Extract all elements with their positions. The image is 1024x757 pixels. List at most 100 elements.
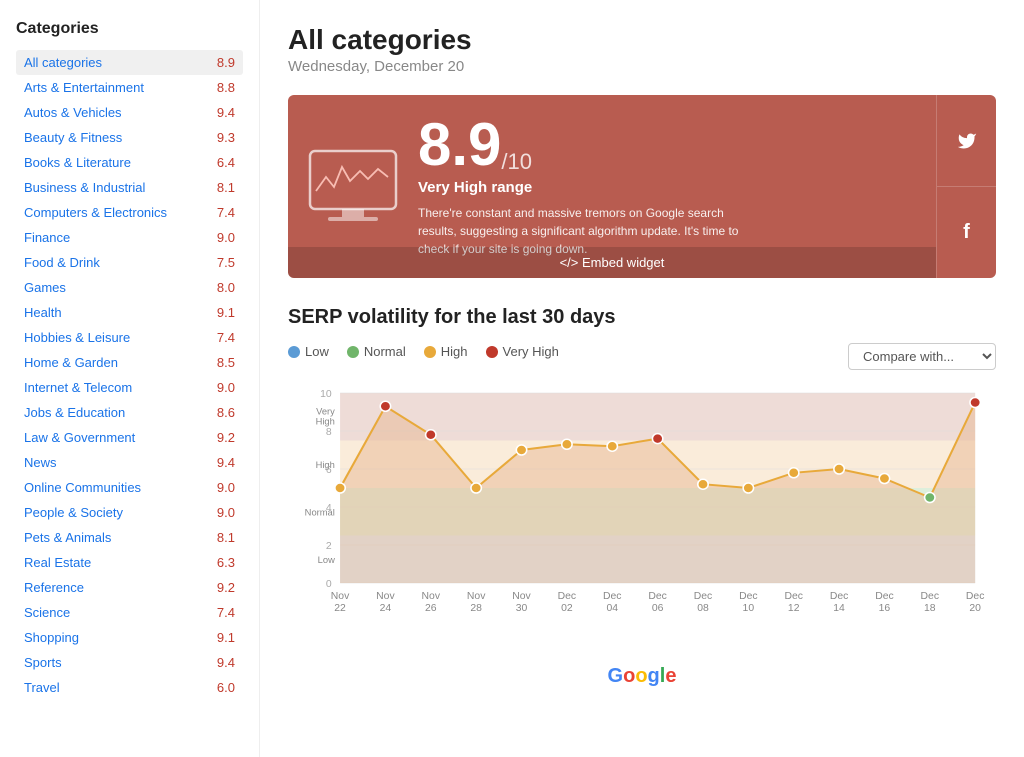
category-score: 8.6 (217, 405, 235, 420)
category-name: Home & Garden (24, 355, 118, 370)
page-date: Wednesday, December 20 (288, 58, 996, 75)
svg-text:4: 4 (326, 503, 332, 514)
monitor-icon (308, 149, 398, 224)
svg-text:Dec: Dec (558, 591, 576, 602)
legend-item: Very High (486, 344, 559, 359)
sidebar-item[interactable]: All categories8.9 (16, 50, 243, 75)
chart-section: SERP volatility for the last 30 days Low… (288, 306, 996, 688)
svg-text:Dec: Dec (966, 591, 984, 602)
sidebar-item[interactable]: Reference 9.2 (16, 575, 243, 600)
sidebar-item[interactable]: Business & Industrial8.1 (16, 175, 243, 200)
legend-item: Low (288, 344, 329, 359)
svg-text:2: 2 (326, 541, 332, 552)
sidebar-item[interactable]: Arts & Entertainment 8.8 (16, 75, 243, 100)
main-content: All categories Wednesday, December 20 8.… (260, 0, 1024, 757)
legend-dot (424, 346, 436, 358)
category-name: Jobs & Education (24, 405, 125, 420)
category-name: Beauty & Fitness (24, 130, 122, 145)
social-buttons: f (936, 95, 996, 278)
category-score: 8.0 (217, 280, 235, 295)
score-range-label: Very High range (418, 179, 916, 196)
svg-text:Dec: Dec (739, 591, 757, 602)
legend-dot (347, 346, 359, 358)
category-name: Computers & Electronics (24, 205, 167, 220)
svg-text:Nov: Nov (467, 591, 486, 602)
sidebar-item[interactable]: Games 8.0 (16, 275, 243, 300)
svg-text:28: 28 (470, 603, 482, 614)
category-name: Games (24, 280, 66, 295)
category-score: 9.2 (217, 580, 235, 595)
score-number: 8.9 (418, 115, 501, 175)
category-score: 7.4 (217, 330, 235, 345)
category-name: Internet & Telecom (24, 380, 132, 395)
sidebar-item[interactable]: Autos & Vehicles9.4 (16, 100, 243, 125)
svg-text:Dec: Dec (875, 591, 893, 602)
embed-widget-bar[interactable]: </> Embed widget (288, 247, 936, 278)
category-name: Hobbies & Leisure (24, 330, 130, 345)
sidebar-item[interactable]: Real Estate6.3 (16, 550, 243, 575)
sidebar-item[interactable]: Finance9.0 (16, 225, 243, 250)
svg-text:Dec: Dec (648, 591, 666, 602)
sidebar-item[interactable]: Hobbies & Leisure 7.4 (16, 325, 243, 350)
twitter-button[interactable] (937, 95, 996, 187)
svg-text:30: 30 (516, 603, 528, 614)
svg-text:02: 02 (561, 603, 573, 614)
legend-label: Normal (364, 344, 406, 359)
svg-text:Dec: Dec (784, 591, 802, 602)
category-score: 9.0 (217, 380, 235, 395)
svg-text:High: High (316, 417, 335, 427)
sidebar-item[interactable]: Sports9.4 (16, 650, 243, 675)
compare-select[interactable]: Compare with... (848, 343, 996, 370)
sidebar-item[interactable]: Beauty & Fitness9.3 (16, 125, 243, 150)
sidebar-item[interactable]: Law & Government 9.2 (16, 425, 243, 450)
sidebar-item[interactable]: Online Communities9.0 (16, 475, 243, 500)
svg-text:Dec: Dec (830, 591, 848, 602)
sidebar-item[interactable]: Home & Garden8.5 (16, 350, 243, 375)
category-score: 9.4 (217, 455, 235, 470)
sidebar-item[interactable]: Food & Drink7.5 (16, 250, 243, 275)
svg-text:08: 08 (697, 603, 709, 614)
category-name: Law & Government (24, 430, 135, 445)
sidebar-item[interactable]: Internet & Telecom 9.0 (16, 375, 243, 400)
svg-text:Dec: Dec (921, 591, 939, 602)
svg-text:10: 10 (743, 603, 755, 614)
score-card: 8.9/10 Very High range There're constant… (288, 95, 996, 278)
svg-text:06: 06 (652, 603, 664, 614)
category-name: People & Society (24, 505, 123, 520)
svg-text:Nov: Nov (512, 591, 531, 602)
category-score: 9.2 (217, 430, 235, 445)
score-display: 8.9/10 (418, 115, 916, 175)
sidebar-item[interactable]: Computers & Electronics 7.4 (16, 200, 243, 225)
category-score: 8.8 (217, 80, 235, 95)
sidebar-item[interactable]: News9.4 (16, 450, 243, 475)
sidebar-item[interactable]: Books & Literature6.4 (16, 150, 243, 175)
facebook-icon: f (963, 221, 970, 244)
category-score: 9.0 (217, 480, 235, 495)
category-score: 7.5 (217, 255, 235, 270)
sidebar-item[interactable]: Pets & Animals8.1 (16, 525, 243, 550)
category-score: 7.4 (217, 205, 235, 220)
sidebar-item[interactable]: Jobs & Education 8.6 (16, 400, 243, 425)
chart-controls: Low Normal High Very High Compare with... (288, 343, 996, 370)
svg-text:Dec: Dec (694, 591, 712, 602)
sidebar-item[interactable]: Science7.4 (16, 600, 243, 625)
svg-text:24: 24 (380, 603, 392, 614)
sidebar-item[interactable]: Travel6.0 (16, 675, 243, 700)
facebook-button[interactable]: f (937, 187, 996, 278)
legend-dot (288, 346, 300, 358)
category-score: 9.4 (217, 105, 235, 120)
page-title: All categories (288, 24, 996, 56)
category-score: 6.0 (217, 680, 235, 695)
sidebar-item[interactable]: Health9.1 (16, 300, 243, 325)
sidebar-title: Categories (16, 20, 243, 38)
category-name: Finance (24, 230, 70, 245)
legend-item: High (424, 344, 468, 359)
sidebar-item[interactable]: Shopping9.1 (16, 625, 243, 650)
category-name: Reference (24, 580, 84, 595)
legend-dot (486, 346, 498, 358)
sidebar-item[interactable]: People & Society9.0 (16, 500, 243, 525)
category-name: Health (24, 305, 62, 320)
category-name: Arts & Entertainment (24, 80, 144, 95)
category-name: Sports (24, 655, 62, 670)
score-info: 8.9/10 Very High range There're constant… (418, 115, 916, 258)
